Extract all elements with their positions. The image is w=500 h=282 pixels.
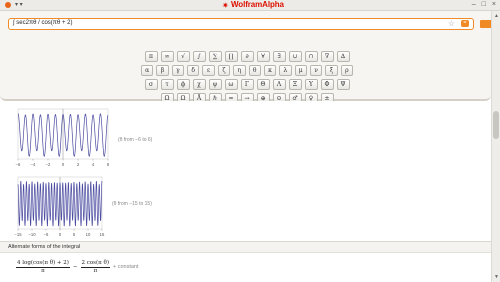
- x-tick-label: −5: [44, 232, 49, 237]
- title-bar: ▾ ▾ ✷ WolframAlpha – □ ×: [0, 0, 500, 11]
- fraction-term-1: 4 log(cos(π θ) + 2) π: [16, 260, 70, 275]
- keyboard-key[interactable]: ρ: [340, 65, 354, 76]
- scroll-thumb[interactable]: [493, 111, 499, 139]
- plot2-caption: (θ from −15 to 15): [112, 201, 152, 207]
- x-tick-label: −15: [14, 232, 22, 237]
- input-panel: ∫ sec2πθ / cos(πθ + 2) ☆ = π ∞ √ ∫ ∑ ∏ ∂ ∀ ∃ ∪ ∩ ∇ ∆…: [0, 11, 492, 104]
- x-tick-label: −4: [31, 162, 36, 167]
- keyboard-key[interactable]: ∆: [336, 51, 350, 62]
- x-tick-label: 2: [77, 162, 80, 167]
- compute-button[interactable]: =: [461, 20, 469, 27]
- keyboard-key[interactable]: ∇: [320, 51, 334, 62]
- query-text[interactable]: ∫ sec2πθ / cos(πθ + 2): [13, 19, 72, 28]
- x-tick-label: −6: [16, 162, 21, 167]
- keyboard-key[interactable]: Υ: [304, 79, 318, 90]
- vertical-scrollbar[interactable]: ▲ ▼: [491, 11, 500, 282]
- x-tick-label: 5: [73, 232, 76, 237]
- keyboard-row: στϕχψωΓΘΛΞΥΦΨ: [141, 79, 353, 90]
- keyboard-key[interactable]: ∩: [304, 51, 318, 62]
- keyboard-key[interactable]: ∞: [160, 51, 174, 62]
- x-tick-label: 10: [86, 232, 91, 237]
- pod-header: Alternate forms of the integral: [0, 242, 491, 253]
- results-area: −6 −4 −2 0 2 4 6 (θ from −6 to 6) −15 −10 −5 0 5 10…: [0, 101, 491, 282]
- keyboard-key[interactable]: Ψ: [336, 79, 350, 90]
- keyboard-key[interactable]: ∫: [192, 51, 206, 62]
- brand-name: WolframAlpha: [231, 0, 284, 9]
- keyboard-key[interactable]: ν: [309, 65, 323, 76]
- keyboard-key[interactable]: Λ: [272, 79, 286, 90]
- keyboard-row: αβγδεζηθκλμνξρ: [140, 65, 354, 76]
- keyboard-row: π ∞ √ ∫ ∑ ∏ ∂ ∀ ∃ ∪ ∩ ∇ ∆: [141, 51, 353, 62]
- keyboard-key[interactable]: δ: [187, 65, 200, 76]
- keyboard-key[interactable]: θ: [248, 65, 261, 76]
- keyboard-key[interactable]: ζ: [217, 65, 231, 76]
- keyboard-key[interactable]: ξ: [325, 65, 338, 76]
- keyboard-key[interactable]: ∏: [224, 51, 238, 62]
- term1-numerator: 4 log(cos(π θ) + 2): [16, 259, 70, 268]
- keyboard-key[interactable]: γ: [171, 65, 185, 76]
- keyboard-key[interactable]: η: [233, 65, 246, 76]
- keyboard-key[interactable]: ε: [202, 65, 215, 76]
- fraction-term-2: 2 cos(π θ) π: [80, 259, 110, 275]
- keyboard-key[interactable]: ∀: [256, 51, 270, 62]
- close-button[interactable]: ×: [492, 0, 496, 10]
- keyboard-key[interactable]: ∪: [288, 51, 302, 62]
- maximize-button[interactable]: □: [482, 0, 486, 10]
- x-tick-label: −10: [28, 232, 36, 237]
- x-tick-label: 6: [107, 162, 110, 167]
- keyboard-key[interactable]: χ: [192, 79, 206, 90]
- keyboard-key[interactable]: κ: [263, 65, 277, 76]
- term1-denominator: π: [41, 267, 45, 274]
- keyboard-key[interactable]: β: [156, 65, 169, 76]
- keyboard-key[interactable]: Θ: [256, 79, 270, 90]
- formula-operator: −: [72, 264, 78, 270]
- term2-denominator: π: [93, 267, 98, 274]
- favorite-star-icon[interactable]: ☆: [448, 19, 455, 28]
- keyboard-key[interactable]: Γ: [240, 79, 254, 90]
- keyboard-key[interactable]: ∃: [272, 51, 286, 62]
- minimize-button[interactable]: –: [472, 0, 476, 10]
- plot-theta-15: −15 −10 −5 0 5 10 15: [14, 176, 105, 237]
- wolfram-star-icon: ✷: [222, 0, 229, 10]
- menu-dropdown-icon[interactable]: ▾ ▾: [15, 0, 23, 10]
- keyboard-key[interactable]: μ: [294, 65, 307, 76]
- keyboard-key[interactable]: α: [140, 65, 154, 76]
- x-tick-label: 0: [62, 162, 65, 167]
- brand: ✷ WolframAlpha: [222, 0, 284, 10]
- term2-numerator: 2 cos(π θ): [80, 259, 110, 268]
- keyboard-key[interactable]: τ: [160, 79, 174, 90]
- keyboard-key[interactable]: σ: [144, 79, 158, 90]
- keyboard-key[interactable]: ∂: [240, 51, 254, 62]
- x-tick-label: −2: [46, 162, 51, 167]
- window-controls: – □ ×: [472, 0, 496, 10]
- constant-term: + constant: [112, 264, 139, 270]
- keyboard-key[interactable]: √: [176, 51, 190, 62]
- keyboard-key[interactable]: ω: [224, 79, 238, 90]
- plot1-caption: (θ from −6 to 6): [118, 137, 153, 143]
- x-tick-label: 0: [59, 232, 62, 237]
- keyboard-key[interactable]: ϕ: [176, 79, 190, 90]
- scroll-up-icon[interactable]: ▲: [494, 13, 499, 19]
- plot-theta-6: −6 −4 −2 0 2 4 6: [16, 108, 110, 167]
- keyboard-key[interactable]: Φ: [320, 79, 334, 90]
- wolfram-logo-icon: [5, 2, 11, 8]
- keyboard-key[interactable]: ∑: [208, 51, 222, 62]
- x-tick-label: 15: [100, 232, 105, 237]
- scroll-down-icon[interactable]: ▼: [494, 274, 499, 280]
- pod-title: Alternate forms of the integral: [8, 244, 81, 250]
- keyboard-key[interactable]: π: [144, 51, 158, 62]
- special-characters-keyboard: π ∞ √ ∫ ∑ ∏ ∂ ∀ ∃ ∪ ∩ ∇ ∆ α β γ δ ε ζ η θ κ λ μ ν ξ ρ σ τ ϕ χ ψ ω Γ Θ Λ Ξ Υ Φ Ψ…: [140, 51, 354, 107]
- keyboard-key[interactable]: λ: [279, 65, 292, 76]
- query-input[interactable]: ∫ sec2πθ / cos(πθ + 2) ☆ =: [8, 18, 474, 30]
- x-tick-label: 4: [92, 162, 95, 167]
- keyboard-key[interactable]: Ξ: [288, 79, 302, 90]
- keyboard-key[interactable]: ψ: [208, 79, 222, 90]
- alternate-form-formula: 4 log(cos(π θ) + 2) π − 2 cos(π θ) π + c…: [16, 257, 139, 277]
